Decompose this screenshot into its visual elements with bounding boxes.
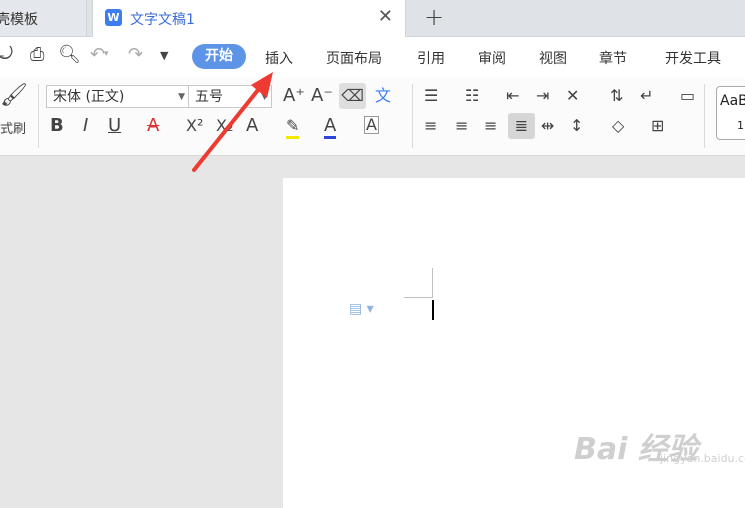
baidu-watermark-url: jingyan.baidu.com <box>660 452 745 465</box>
